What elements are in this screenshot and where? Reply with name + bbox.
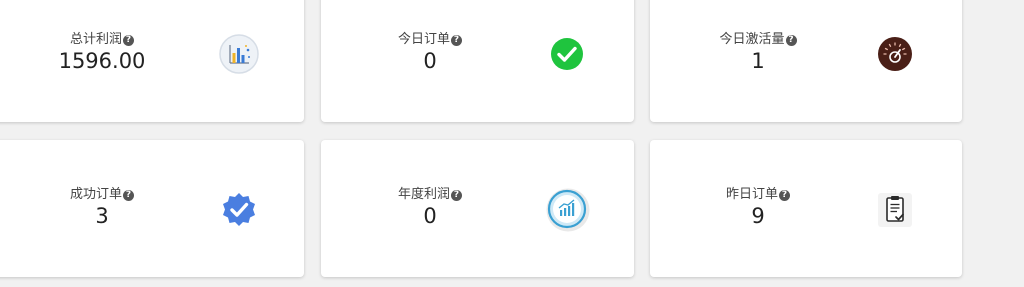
trend-chart-icon	[545, 187, 591, 233]
stat-value: 9	[751, 204, 765, 228]
stat-label: 总计利润	[69, 32, 122, 47]
stat-value: 3	[95, 204, 109, 228]
stat-card-today-orders: 今日订单 ? 0	[321, 0, 634, 122]
stat-card-yesterday-orders: 昨日订单 ? 9	[650, 140, 962, 277]
stat-card-today-activations: 今日激活量 ? 1	[650, 0, 962, 122]
stat-label: 今日激活量	[719, 32, 785, 47]
check-circle-icon	[548, 35, 586, 73]
clipboard-check-icon	[876, 191, 914, 229]
stat-label: 年度利润	[397, 187, 450, 202]
stat-card-success-orders: 成功订单 ? 3	[0, 140, 304, 277]
verified-badge-icon	[220, 191, 258, 229]
bar-chart-icon	[218, 33, 260, 75]
stat-value: 1596.00	[58, 49, 146, 73]
help-icon[interactable]: ?	[123, 189, 134, 201]
stat-card-total-profit: 总计利润 ? 1596.00	[0, 0, 304, 122]
stat-value: 1	[751, 49, 765, 73]
stat-label: 昨日订单	[725, 187, 778, 202]
stat-label: 今日订单	[397, 32, 450, 47]
stat-value: 0	[423, 49, 437, 73]
stat-card-annual-profit: 年度利润 ? 0	[321, 140, 634, 277]
help-icon[interactable]: ?	[785, 34, 797, 46]
stat-value: 0	[423, 204, 437, 228]
help-icon[interactable]: ?	[451, 34, 462, 46]
speedometer-icon	[876, 35, 914, 73]
help-icon[interactable]: ?	[451, 189, 462, 201]
help-icon[interactable]: ?	[779, 189, 790, 201]
help-icon[interactable]: ?	[123, 34, 134, 46]
stat-label: 成功订单	[69, 187, 122, 202]
